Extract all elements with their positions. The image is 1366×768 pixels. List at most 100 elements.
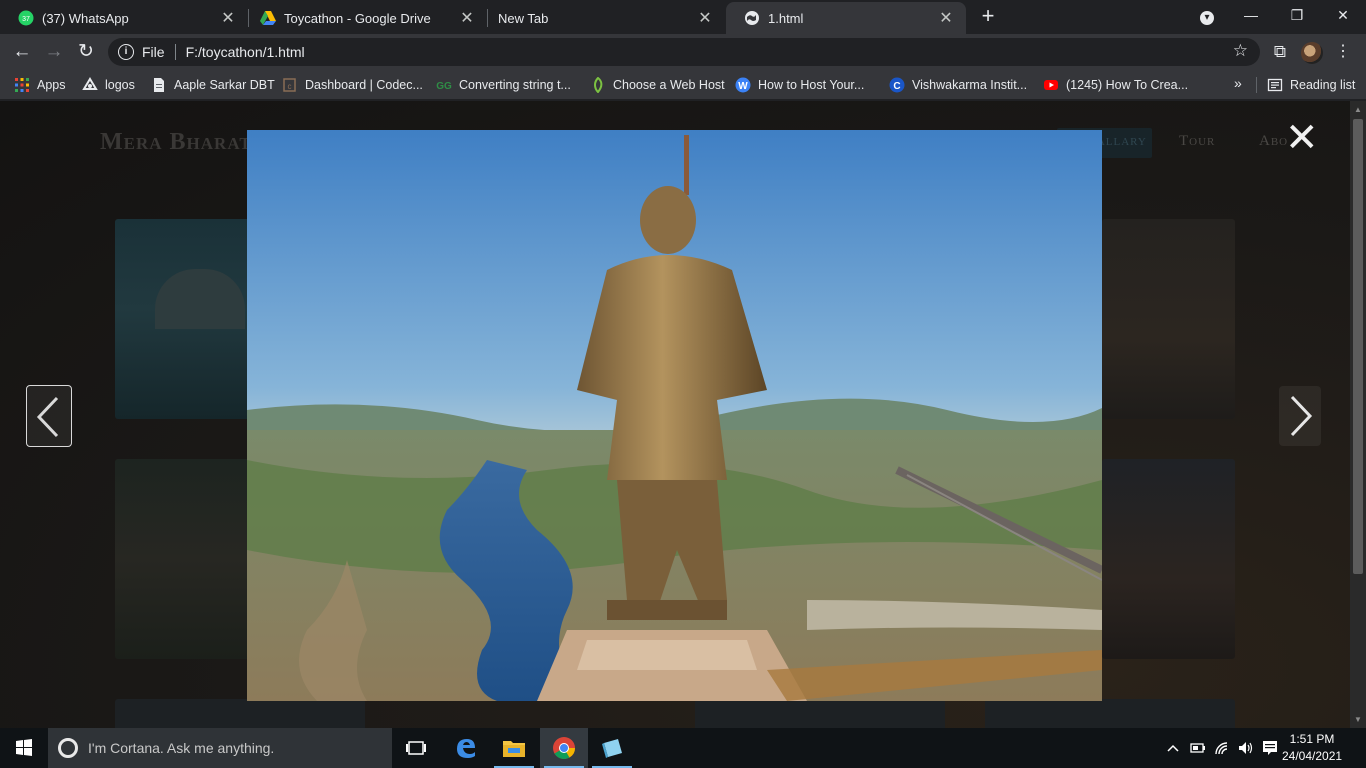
windows-taskbar: I'm Cortana. Ask me anything. 1:51 PM 24… <box>0 728 1366 768</box>
webhost-icon <box>594 77 603 93</box>
app-icon <box>602 739 622 758</box>
chevron-right-icon <box>1290 395 1313 437</box>
scroll-down-icon[interactable]: ▼ <box>1353 715 1363 724</box>
wifi-icon[interactable] <box>1214 741 1230 755</box>
cortana-search-box[interactable]: I'm Cortana. Ask me anything. <box>48 728 392 768</box>
bookmarks-divider <box>1256 77 1257 93</box>
nav-about[interactable]: Abo <box>1259 133 1288 150</box>
tab-title: (37) WhatsApp <box>42 10 129 26</box>
bookmark-label: logos <box>105 78 135 92</box>
tab-close-icon[interactable]: ✕ <box>938 8 954 28</box>
reading-list-icon <box>1267 78 1283 92</box>
info-icon[interactable]: i <box>118 44 134 60</box>
bookmark-label: (1245) How To Crea... <box>1066 78 1189 92</box>
close-window-button[interactable]: ✕ <box>1320 0 1366 32</box>
bookmark-youtube[interactable]: (1245) How To Crea... <box>1043 75 1188 95</box>
globe-icon <box>745 11 759 25</box>
gallery-card[interactable] <box>115 699 365 728</box>
bookmark-label: Choose a Web Host <box>613 78 725 92</box>
extensions-icon[interactable]: ⧉ <box>1270 42 1290 62</box>
page-scrollbar[interactable]: ▲ ▼ <box>1350 101 1366 728</box>
bookmark-aaple-sarkar[interactable]: Aaple Sarkar DBT <box>151 75 275 95</box>
edge-app[interactable] <box>442 728 490 768</box>
tab-strip: 37 (37) WhatsApp ✕ Toycathon - Google Dr… <box>0 0 1366 34</box>
volume-icon[interactable] <box>1238 741 1254 755</box>
prev-button[interactable] <box>26 385 72 447</box>
tab-new-tab[interactable]: New Tab ✕ <box>480 2 725 34</box>
next-button[interactable] <box>1279 386 1321 446</box>
gallery-card-gateway[interactable] <box>1102 219 1235 419</box>
bookmark-logos[interactable]: logos <box>82 75 135 95</box>
logos-icon <box>82 77 98 90</box>
site-title[interactable]: Mera Bharat <box>100 129 252 156</box>
bookmark-vishwakarma[interactable]: C Vishwakarma Instit... <box>889 75 1027 95</box>
tab-close-icon[interactable]: ✕ <box>459 8 475 28</box>
chrome-app[interactable] <box>540 728 588 768</box>
nav-tour[interactable]: Tour <box>1179 133 1215 150</box>
bookmark-gfg[interactable]: GG Converting string t... <box>436 75 571 95</box>
bookmark-apps[interactable]: Apps <box>14 75 66 95</box>
youtube-icon <box>1044 80 1058 90</box>
scrollbar-thumb[interactable] <box>1353 119 1363 574</box>
restore-button[interactable]: ❐ <box>1274 0 1320 32</box>
google-drive-icon <box>260 11 276 25</box>
gallery-card[interactable] <box>985 699 1235 728</box>
reload-button[interactable]: ↻ <box>74 40 98 64</box>
apps-grid-icon <box>15 78 29 92</box>
gallery-card[interactable] <box>695 699 945 728</box>
bookmark-label: Apps <box>37 78 66 92</box>
file-explorer-app[interactable] <box>490 728 538 768</box>
notifications-icon[interactable] <box>1262 740 1278 756</box>
tab-close-icon[interactable]: ✕ <box>220 8 236 28</box>
folder-icon <box>503 741 525 757</box>
taskbar-clock[interactable]: 1:51 PM 24/04/2021 <box>1282 731 1342 765</box>
bookmark-web-host[interactable]: Choose a Web Host <box>590 75 725 95</box>
address-bar[interactable]: i File F:/toycathon/1.html ☆ <box>108 38 1260 66</box>
cortana-icon <box>58 738 78 758</box>
svg-text:c: c <box>288 82 292 91</box>
tab-search-button[interactable]: ▾ <box>1184 0 1230 32</box>
chrome-icon <box>553 737 575 759</box>
bookmarks-overflow-icon[interactable]: » <box>1234 75 1242 91</box>
tab-google-drive[interactable]: Toycathon - Google Drive ✕ <box>242 2 487 34</box>
battery-icon[interactable] <box>1190 742 1206 754</box>
bookmark-star-icon[interactable]: ☆ <box>1233 41 1248 61</box>
bookmark-label: Dashboard | Codec... <box>305 78 423 92</box>
minimize-button[interactable]: — <box>1228 0 1274 32</box>
gfg-icon: GG <box>436 81 452 92</box>
task-view-button[interactable] <box>392 728 440 768</box>
clock-time: 1:51 PM <box>1289 732 1335 746</box>
tab-title: 1.html <box>768 10 804 26</box>
scroll-up-icon[interactable]: ▲ <box>1353 105 1363 114</box>
tab-1-html[interactable]: 1.html ✕ <box>726 2 966 34</box>
page-icon <box>154 78 164 92</box>
gallery-card-tomb[interactable] <box>1102 459 1235 659</box>
svg-text:C: C <box>893 81 900 92</box>
reading-list-button[interactable]: Reading list <box>1267 75 1355 95</box>
whatsapp-icon: 37 <box>18 10 34 26</box>
back-button[interactable]: ← <box>10 40 34 64</box>
forward-button[interactable]: → <box>42 40 66 64</box>
tab-title: New Tab <box>498 10 549 26</box>
bookmark-host-wordpress[interactable]: W How to Host Your... <box>735 75 864 95</box>
tab-close-icon[interactable]: ✕ <box>697 8 713 28</box>
chevron-up-icon[interactable] <box>1166 741 1180 755</box>
tab-whatsapp[interactable]: 37 (37) WhatsApp ✕ <box>0 2 248 34</box>
page-viewport: Mera Bharat Gallary Tour Abo ✕ ▲ ▼ <box>0 101 1366 728</box>
bookmark-label: Aaple Sarkar DBT <box>174 78 275 92</box>
system-tray <box>1166 728 1276 768</box>
vit-icon: C <box>889 77 905 93</box>
close-icon[interactable]: ✕ <box>1285 118 1319 158</box>
svg-text:W: W <box>738 81 748 92</box>
url-scheme: File <box>142 44 165 60</box>
bookmark-codechef[interactable]: c Dashboard | Codec... <box>282 75 423 95</box>
start-button[interactable] <box>0 728 48 768</box>
clock-date: 24/04/2021 <box>1282 749 1343 763</box>
url-text[interactable]: F:/toycathon/1.html <box>186 44 305 60</box>
new-tab-button[interactable]: + <box>976 4 1000 28</box>
edge-icon <box>457 739 475 758</box>
profile-avatar[interactable] <box>1301 42 1323 64</box>
bookmark-label: Converting string t... <box>459 78 571 92</box>
app-window[interactable] <box>588 728 636 768</box>
chrome-menu-icon[interactable]: ⋮ <box>1335 42 1351 62</box>
